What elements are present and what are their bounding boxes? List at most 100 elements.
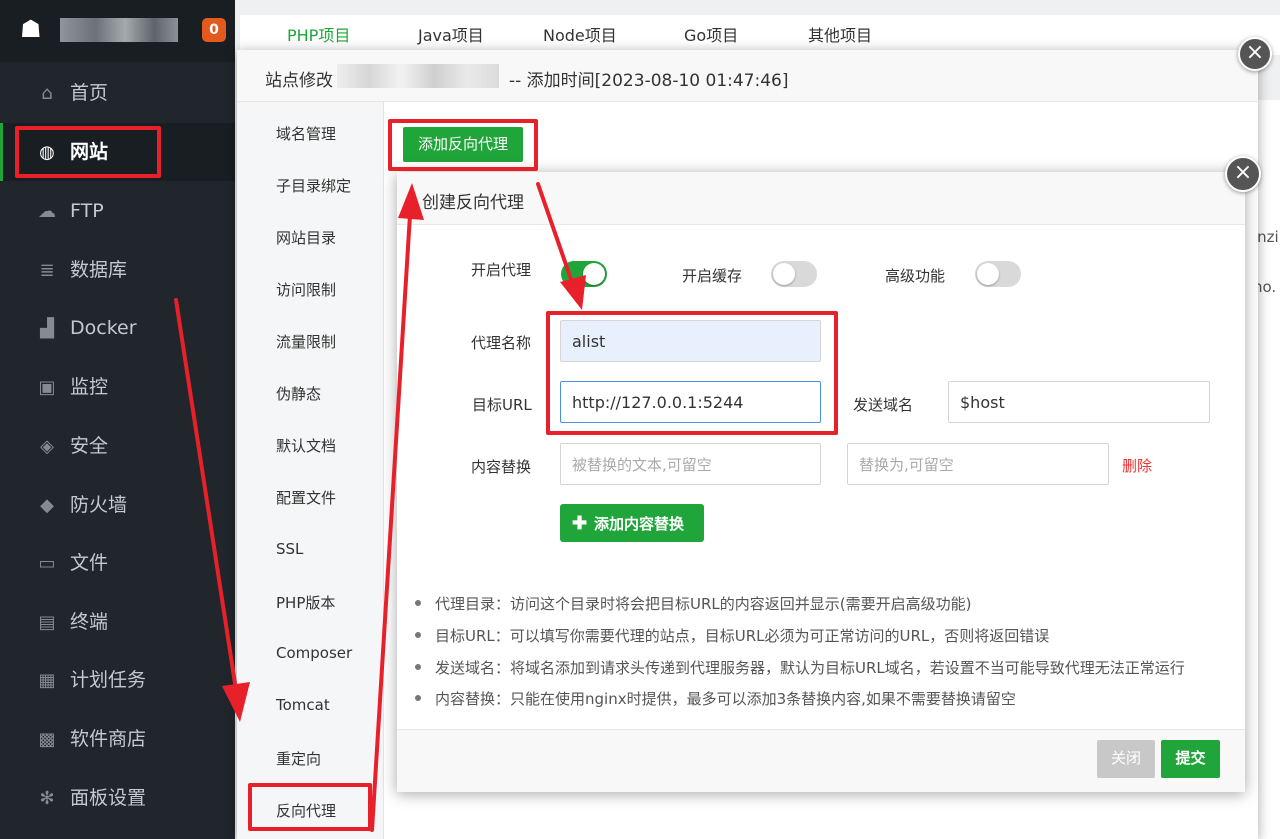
- site-nav-item[interactable]: SSL: [276, 540, 303, 558]
- monitor-icon: ▣: [38, 377, 56, 398]
- tip-item: 内容替换：只能在使用nginx时提供，最多可以添加3条替换内容,如果不需要替换请…: [415, 688, 1016, 709]
- gear-icon: ✻: [39, 788, 55, 809]
- sidebar-item-label: 软件商店: [70, 728, 147, 750]
- tab-go-project[interactable]: Go项目: [684, 22, 738, 46]
- sidebar-item-calendar[interactable]: ▦ 计划任务: [0, 651, 235, 709]
- home-icon: ⌂: [41, 83, 53, 104]
- enable-proxy-toggle[interactable]: [561, 261, 607, 287]
- add-content-replace-button[interactable]: ✚ 添加内容替换: [560, 504, 704, 542]
- submit-button[interactable]: 提交: [1161, 740, 1220, 778]
- site-nav-item[interactable]: 访问限制: [276, 279, 336, 300]
- sidebar-item-label: 计划任务: [70, 669, 147, 691]
- site-nav-item[interactable]: 域名管理: [276, 123, 336, 144]
- sidebar-item-ftp[interactable]: ☁ FTP: [0, 182, 235, 240]
- site-nav-item[interactable]: 伪静态: [276, 383, 321, 404]
- sidebar-item-firewall[interactable]: ◆ 防火墙: [0, 476, 235, 534]
- site-nav-item[interactable]: 重定向: [276, 748, 321, 769]
- proxy-name-label: 代理名称: [471, 334, 532, 352]
- tab-java-project[interactable]: Java项目: [418, 22, 484, 46]
- site-nav-item[interactable]: Tomcat: [276, 696, 330, 714]
- site-nav-item[interactable]: 默认文档: [276, 435, 336, 456]
- sidebar-item-label: 终端: [70, 611, 109, 633]
- folder-icon: ▭: [38, 553, 56, 574]
- enable-cache-label: 开启缓存: [682, 267, 743, 285]
- bullet-icon: [415, 663, 421, 670]
- replace-from-input[interactable]: [560, 443, 821, 485]
- annotation-box-reverse-proxy-tab: [248, 783, 372, 831]
- tip-item: 目标URL：可以填写你需要代理的站点，目标URL必须为可正常访问的URL，否则将…: [415, 625, 1049, 646]
- send-domain-input[interactable]: [948, 381, 1210, 423]
- bullet-icon: [415, 694, 421, 701]
- site-edit-dialog-title: 站点修改: [265, 71, 333, 91]
- replace-to-input[interactable]: [847, 443, 1109, 485]
- calendar-icon: ▦: [38, 670, 56, 691]
- sidebar-item-label: 数据库: [70, 259, 128, 281]
- sidebar-item-apps[interactable]: ▩ 软件商店: [0, 710, 235, 768]
- site-nav-item[interactable]: 配置文件: [276, 487, 336, 508]
- tab-other-project[interactable]: 其他项目: [808, 22, 872, 46]
- tab-php-project[interactable]: PHP项目: [287, 22, 350, 46]
- docker-icon: ▟: [40, 318, 54, 339]
- enable-proxy-label: 开启代理: [471, 261, 532, 279]
- advanced-features-label: 高级功能: [885, 267, 946, 285]
- notification-badge[interactable]: 0: [202, 18, 226, 42]
- sidebar-item-monitor[interactable]: ▣ 监控: [0, 358, 235, 416]
- toggle-knob: [773, 263, 795, 285]
- site-edit-dialog-timestamp: -- 添加时间[2023-08-10 01:47:46]: [509, 71, 789, 91]
- site-dialog-close-icon[interactable]: ×: [1238, 37, 1272, 71]
- site-edit-dialog-header: 站点修改 -- 添加时间[2023-08-10 01:47:46]: [237, 50, 1258, 102]
- bullet-icon: [415, 599, 421, 606]
- site-nav-item[interactable]: 子目录绑定: [276, 175, 351, 196]
- ftp-icon: ☁: [38, 201, 56, 222]
- sidebar-item-label: 首页: [70, 82, 109, 104]
- sidebar-item-database[interactable]: ≣ 数据库: [0, 241, 235, 299]
- site-settings-nav: 域名管理子目录绑定网站目录访问限制流量限制伪静态默认文档配置文件 SSL PHP版本…: [237, 102, 384, 839]
- target-url-label: 目标URL: [472, 396, 532, 414]
- server-name-redacted: [60, 18, 178, 42]
- sidebar-item-label: 文件: [70, 552, 109, 574]
- firewall-icon: ◆: [40, 495, 54, 516]
- site-nav-item[interactable]: PHP版本: [276, 592, 335, 613]
- background-table-edge: [1258, 100, 1280, 839]
- add-content-replace-label: 添加内容替换: [594, 516, 685, 533]
- advanced-features-toggle[interactable]: [975, 261, 1021, 287]
- sidebar-item-label: 面板设置: [70, 787, 147, 809]
- site-nav-item[interactable]: Composer: [276, 644, 352, 662]
- apps-icon: ▩: [38, 729, 56, 750]
- sidebar-header: ☗ 0: [0, 0, 235, 62]
- sidebar-item-shield[interactable]: ◈ 安全: [0, 417, 235, 475]
- proxy-dialog-close-icon[interactable]: ×: [1225, 156, 1261, 192]
- toggle-knob: [977, 263, 999, 285]
- project-tabs: [240, 15, 1280, 55]
- sidebar-item-docker[interactable]: ▟ Docker: [0, 299, 235, 357]
- delete-replace-link[interactable]: 删除: [1122, 455, 1152, 476]
- plus-icon: ✚: [572, 513, 588, 533]
- sidebar-item-terminal[interactable]: ▤ 终端: [0, 593, 235, 651]
- send-domain-label: 发送域名: [853, 396, 914, 414]
- content-replace-label: 内容替换: [471, 458, 532, 476]
- bullet-icon: [415, 631, 421, 638]
- close-button[interactable]: 关闭: [1097, 740, 1155, 778]
- create-proxy-dialog-header: 创建反向代理: [397, 172, 1245, 225]
- sidebar-item-label: FTP: [70, 200, 104, 222]
- sidebar-item-label: 监控: [70, 376, 109, 398]
- site-name-redacted: [337, 64, 499, 88]
- tip-item: 代理目录：访问这个目录时将会把目标URL的内容返回并显示(需要开启高级功能): [415, 593, 971, 614]
- enable-cache-toggle[interactable]: [771, 261, 817, 287]
- sidebar-item-home[interactable]: ⌂ 首页: [0, 64, 235, 122]
- terminal-icon: ▤: [38, 612, 56, 633]
- site-nav-item[interactable]: 网站目录: [276, 227, 336, 248]
- database-icon: ≣: [39, 260, 55, 281]
- sidebar-item-folder[interactable]: ▭ 文件: [0, 534, 235, 592]
- site-nav-item[interactable]: 流量限制: [276, 331, 336, 352]
- logo-icon: ☗: [20, 15, 42, 43]
- shield-icon: ◈: [40, 436, 54, 457]
- sidebar-item-gear[interactable]: ✻ 面板设置: [0, 769, 235, 827]
- annotation-box-website: [15, 126, 161, 178]
- tab-node-project[interactable]: Node项目: [543, 22, 617, 46]
- annotation-box-add-proxy: [388, 119, 538, 171]
- tip-item: 发送域名：将域名添加到请求头传递到代理服务器，默认为目标URL域名，若设置不当可…: [415, 657, 1185, 678]
- sidebar-item-label: Docker: [70, 317, 137, 339]
- create-proxy-dialog-title: 创建反向代理: [422, 193, 524, 213]
- sidebar-item-label: 防火墙: [70, 494, 128, 516]
